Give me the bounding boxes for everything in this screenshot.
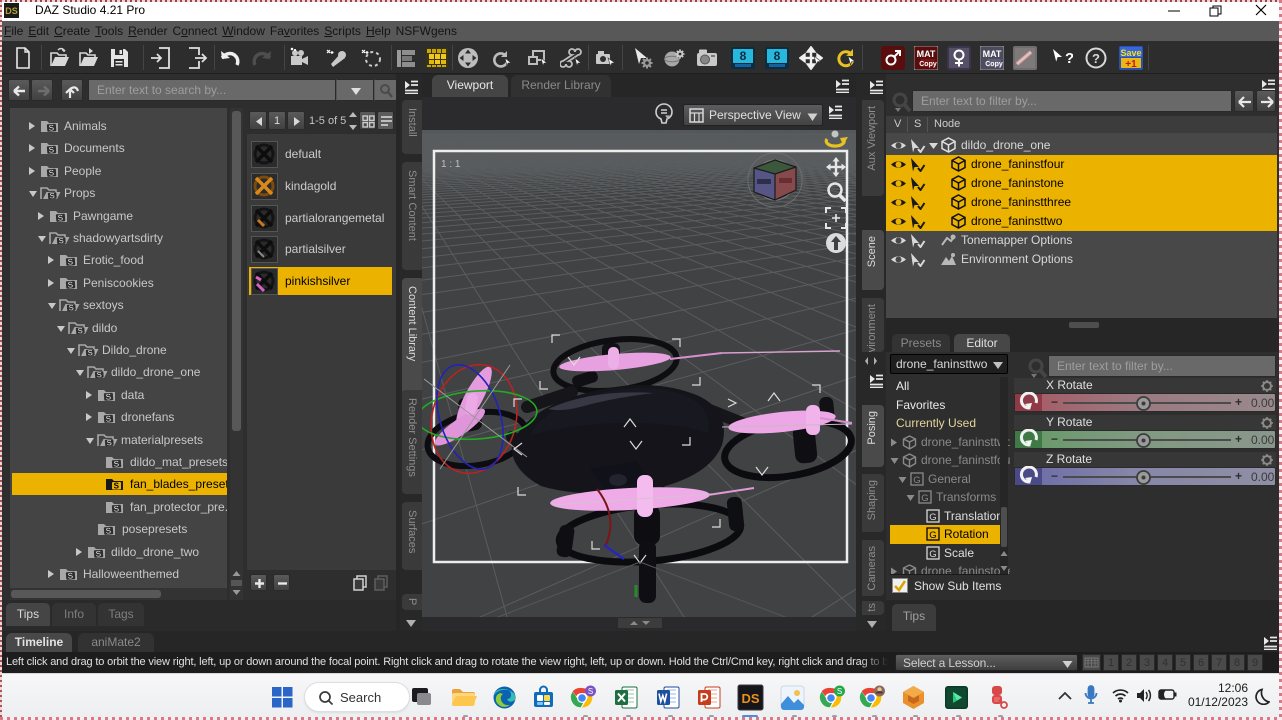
svg-text:MAT: MAT bbox=[917, 49, 936, 59]
svg-text:S: S bbox=[58, 236, 64, 245]
svg-text:?: ? bbox=[1065, 50, 1073, 67]
svg-text:S: S bbox=[48, 145, 54, 154]
svg-text:Copy: Copy bbox=[985, 61, 1003, 68]
svg-text:S: S bbox=[57, 213, 63, 222]
svg-text:G: G bbox=[913, 475, 920, 486]
svg-text:G: G bbox=[929, 512, 936, 523]
svg-text:S: S bbox=[49, 191, 55, 200]
svg-text:S: S bbox=[113, 459, 119, 468]
svg-text:1 : 1: 1 : 1 bbox=[441, 159, 461, 170]
svg-text:DS: DS bbox=[5, 6, 18, 16]
svg-text:S: S bbox=[87, 348, 93, 357]
svg-text:S: S bbox=[48, 123, 54, 132]
svg-text:G: G bbox=[921, 493, 928, 504]
svg-text:8: 8 bbox=[774, 49, 781, 63]
svg-text:G: G bbox=[929, 530, 936, 541]
svg-text:S: S bbox=[106, 438, 112, 447]
svg-text:G: G bbox=[929, 549, 936, 560]
svg-text:S: S bbox=[95, 549, 101, 558]
svg-text:MAT: MAT bbox=[983, 49, 1002, 59]
svg-text:S: S bbox=[837, 687, 842, 696]
svg-text:S: S bbox=[96, 370, 102, 379]
svg-text:S: S bbox=[68, 303, 74, 312]
svg-text:8: 8 bbox=[740, 49, 747, 63]
svg-text:Copy: Copy bbox=[919, 61, 937, 68]
svg-text:S: S bbox=[67, 280, 73, 289]
svg-text:DS: DS bbox=[741, 691, 759, 706]
svg-text:S: S bbox=[67, 571, 73, 580]
svg-text:S: S bbox=[67, 257, 73, 266]
svg-text:S: S bbox=[105, 526, 111, 535]
svg-text:S: S bbox=[113, 504, 119, 513]
svg-text:?: ? bbox=[1092, 51, 1100, 66]
svg-text:S: S bbox=[48, 168, 54, 177]
svg-text:S: S bbox=[77, 326, 83, 335]
svg-text:S: S bbox=[105, 414, 111, 423]
svg-text:+1: +1 bbox=[1125, 59, 1137, 70]
svg-text:S: S bbox=[114, 482, 120, 491]
svg-text:S: S bbox=[588, 687, 593, 696]
svg-text:Save: Save bbox=[1120, 48, 1141, 58]
svg-text:S: S bbox=[105, 392, 111, 401]
